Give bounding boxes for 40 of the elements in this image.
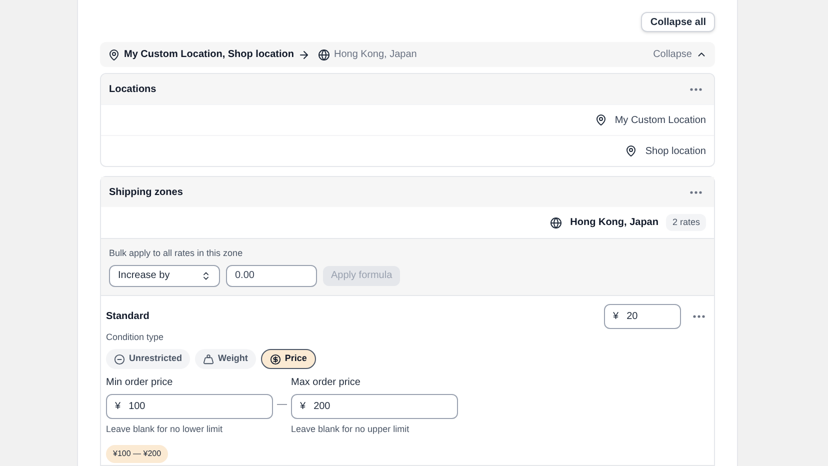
range-summary-badge: ¥100 — ¥200 [106,444,168,462]
select-field[interactable]: Increase by [109,264,220,286]
price-field[interactable]: ¥ 200 [291,394,458,419]
collapse-all-button[interactable]: Collapse all [641,12,715,32]
condition-chip[interactable]: Unrestricted [106,349,190,369]
location-name: Shop location [645,144,706,158]
bulk-label: Bulk apply to all rates in this zone [109,247,244,260]
arrow-right-icon [298,48,310,60]
location-pin-icon [108,48,120,60]
condition-chip[interactable]: Price [260,349,316,369]
up-down-chevron-icon [201,270,211,280]
card-title: Locations [109,82,156,96]
price-field[interactable]: ¥ 100 [106,394,273,419]
condition-label: Condition type [106,330,165,344]
globe-icon [550,216,562,228]
minus-circle-icon [114,354,125,364]
field-label: Max order price [291,376,362,390]
range-separator: — [277,398,287,412]
rate-count-badge: 2 rates [666,214,706,232]
collapse-toggle[interactable]: Collapse [653,47,707,62]
condition-chip[interactable]: Weight [195,349,256,369]
location-name: My Custom Location [614,114,706,128]
field-label: Min order price [106,376,174,390]
zone-name: Hong Kong, Japan [570,216,658,230]
ellipsis-icon [690,88,702,90]
location-pin-icon [625,145,638,157]
weight-icon [203,354,214,364]
location-pin-icon [594,114,607,126]
price-field[interactable]: ¥ 20 [604,304,681,328]
route-origins: My Custom Location, Shop location [124,48,294,62]
help-text: Leave blank for no upper limit [291,423,410,436]
help-text: Leave blank for no lower limit [106,423,224,436]
ellipsis-icon [693,314,705,318]
dollar-circle-icon [270,354,281,364]
ellipsis-icon [690,190,702,194]
route-destination: Hong Kong, Japan [334,48,417,62]
card-title: Shipping zones [109,186,183,200]
globe-icon [318,48,330,60]
rate-name: Standard [106,310,150,324]
amount-input[interactable]: 0.00 [226,264,317,286]
